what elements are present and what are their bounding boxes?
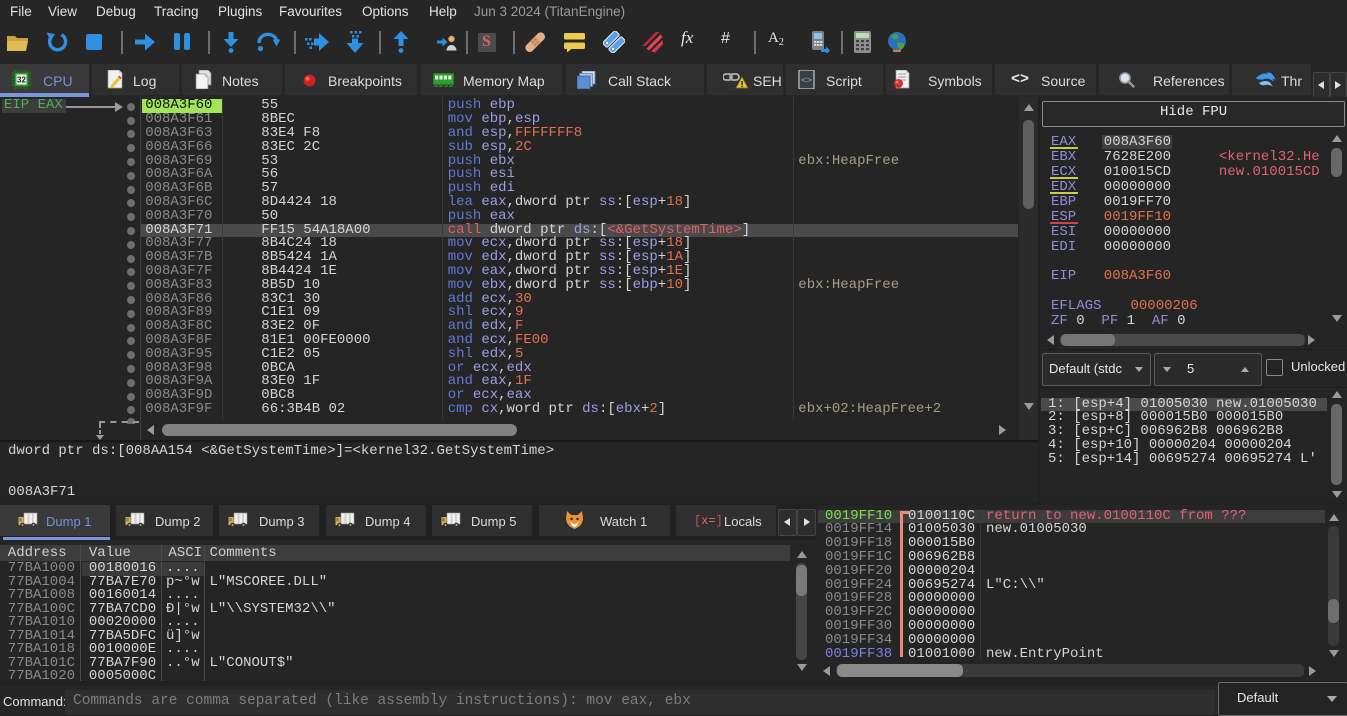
- svg-text:32: 32: [17, 76, 26, 85]
- svg-text:<>: <>: [801, 76, 812, 86]
